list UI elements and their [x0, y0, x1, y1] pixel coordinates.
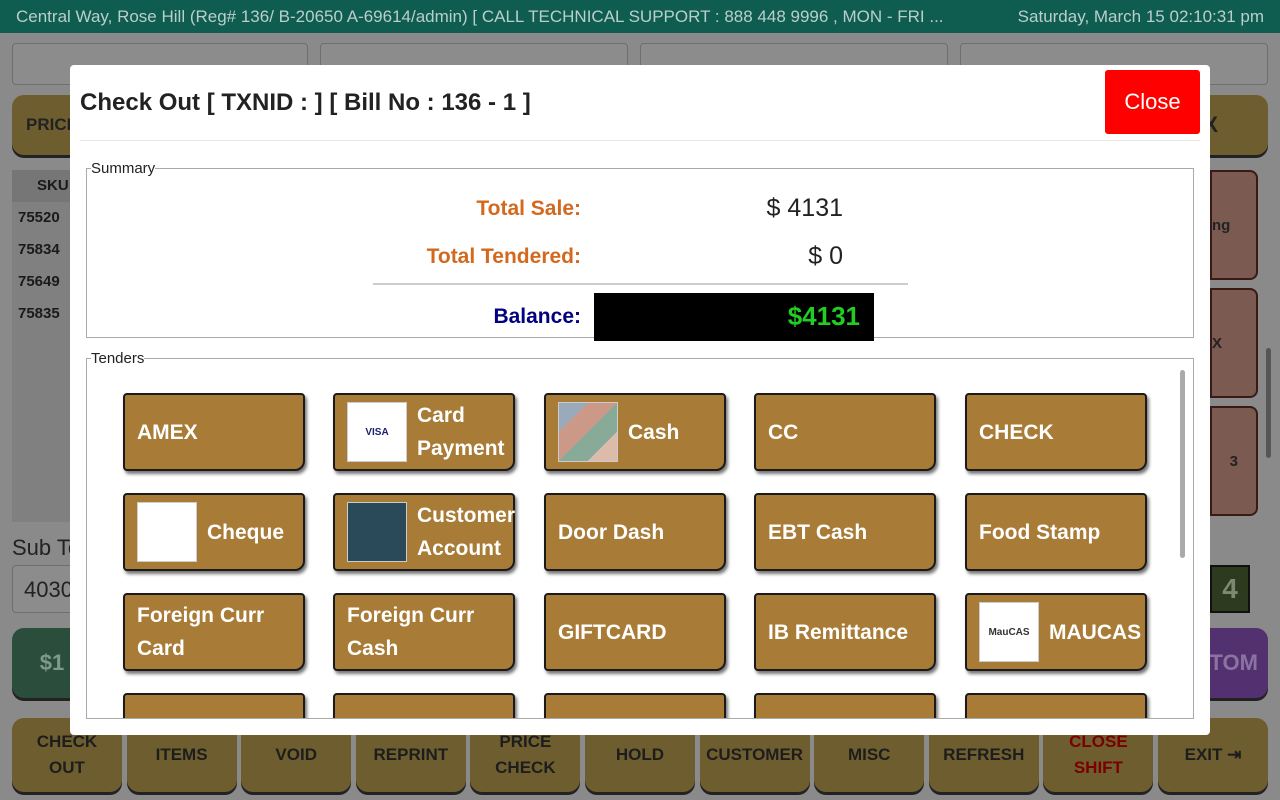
tender-label: Door Dash: [558, 520, 665, 544]
tenders-scrollbar[interactable]: [1180, 370, 1185, 558]
tender-label: AMEX: [137, 420, 198, 444]
maucas-logo-icon: MauCAS: [979, 602, 1039, 662]
tender-button[interactable]: CC: [754, 393, 936, 471]
summary-section: Summary Total Sale: $ 4131 Total Tendere…: [86, 160, 1194, 341]
tender-button[interactable]: MauCAS MAUCAS: [965, 593, 1147, 671]
tender-label: Foreign Curr Cash: [347, 604, 475, 660]
banknotes-icon: [558, 402, 618, 462]
bg-scrollbar[interactable]: [1266, 348, 1271, 458]
sku-row: 75649: [18, 273, 60, 290]
top-status-bar: Central Way, Rose Hill (Reg# 136/ B-2065…: [0, 0, 1280, 33]
tender-button[interactable]: [333, 693, 515, 718]
sku-row: 75520: [18, 209, 60, 226]
tender-button[interactable]: Customer Account: [333, 493, 515, 571]
tender-label: CHECK: [979, 420, 1054, 444]
tender-label: Card Payment: [417, 404, 505, 460]
store-info: Central Way, Rose Hill (Reg# 136/ B-2065…: [16, 7, 944, 26]
tender-button[interactable]: Cheque: [123, 493, 305, 571]
balance-label: Balance:: [493, 305, 581, 328]
tender-button[interactable]: Food Stamp: [965, 493, 1147, 571]
modal-title: Check Out [ TXNID : ] [ Bill No : 136 - …: [80, 89, 531, 116]
tender-label: Customer Account: [417, 504, 516, 560]
tender-button[interactable]: EBT Cash: [754, 493, 936, 571]
tender-button[interactable]: CHECK: [965, 393, 1147, 471]
cheque-icon: [137, 502, 197, 562]
total-sale-label: Total Sale:: [476, 197, 581, 220]
tender-button[interactable]: [123, 693, 305, 718]
bg-item-button[interactable]: 3: [1210, 406, 1258, 516]
total-tendered-value: $ 0: [808, 242, 843, 270]
tender-label: CC: [768, 420, 799, 444]
total-sale-value: $ 4131: [766, 194, 843, 222]
tender-button[interactable]: Foreign Curr Cash: [333, 593, 515, 671]
tender-label: Cheque: [207, 520, 285, 544]
checkout-modal: Check Out [ TXNID : ] [ Bill No : 136 - …: [70, 65, 1210, 735]
sku-row: 75835: [18, 305, 60, 322]
sku-header: SKU: [12, 170, 72, 202]
tender-button[interactable]: Foreign Curr Card: [123, 593, 305, 671]
tender-button[interactable]: Door Dash: [544, 493, 726, 571]
datetime: Saturday, March 15 02:10:31 pm: [1017, 7, 1264, 26]
tender-button[interactable]: VISA Card Payment: [333, 393, 515, 471]
visa-mastercard-icon: VISA: [347, 402, 407, 462]
tender-button[interactable]: [754, 693, 936, 718]
customer-account-icon: [347, 502, 407, 562]
tender-label: Foreign Curr Card: [137, 604, 265, 660]
tender-label: Cash: [628, 420, 680, 444]
bg-item-button[interactable]: X: [1210, 288, 1258, 398]
tender-label: MAUCAS: [1049, 620, 1142, 644]
bg-item-button[interactable]: ng: [1210, 170, 1258, 280]
tender-label: GIFTCARD: [558, 620, 667, 644]
tender-button[interactable]: IB Remittance: [754, 593, 936, 671]
summary-legend: Summary: [91, 160, 156, 177]
balance-value: $4131: [594, 293, 874, 341]
tender-label: EBT Cash: [768, 520, 868, 544]
tender-button[interactable]: Cash: [544, 393, 726, 471]
tender-label: Food Stamp: [979, 520, 1101, 544]
bg-item-label: 3: [1229, 452, 1238, 470]
sku-row: 75834: [18, 241, 60, 258]
bg-item-label: ng: [1212, 216, 1231, 234]
sku-column: SKU 75520 75834 75649 75835: [12, 170, 72, 522]
summary-divider: [373, 283, 908, 285]
tender-button[interactable]: [965, 693, 1147, 718]
tender-label: IB Remittance: [768, 620, 909, 644]
divider: [80, 140, 1200, 141]
total-tendered-label: Total Tendered:: [426, 245, 581, 268]
tender-button[interactable]: [544, 693, 726, 718]
counter-display: 4: [1210, 565, 1250, 613]
tender-button[interactable]: AMEX: [123, 393, 305, 471]
bg-item-label: X: [1212, 334, 1223, 352]
tenders-section: Tenders AMEX VISA Card Payment Cash CC CHECK C…: [86, 350, 1194, 719]
tenders-legend: Tenders: [91, 350, 145, 367]
tender-button[interactable]: GIFTCARD: [544, 593, 726, 671]
close-button[interactable]: Close: [1105, 70, 1200, 134]
